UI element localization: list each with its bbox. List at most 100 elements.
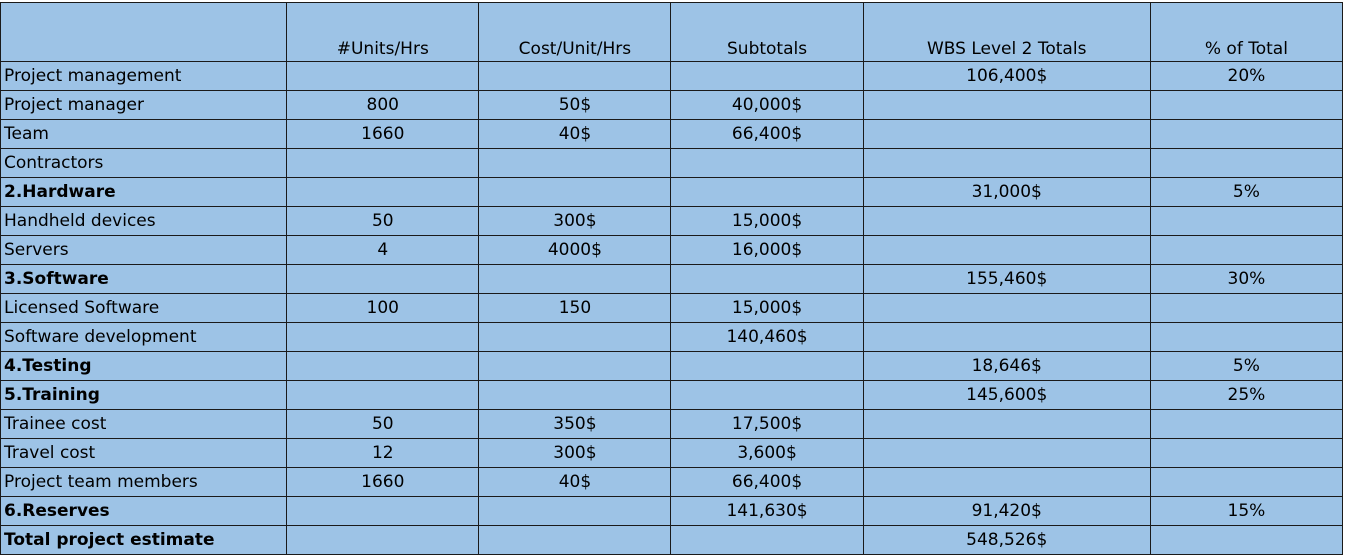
cell-label[interactable]: Project manager: [0, 90, 288, 120]
cell-units[interactable]: [286, 525, 480, 555]
cell-units[interactable]: 1660: [286, 467, 480, 497]
cell-percent[interactable]: [1149, 438, 1344, 468]
cell-cost[interactable]: 4000$: [478, 235, 672, 265]
cell-label[interactable]: Trainee cost: [0, 409, 288, 439]
cell-label[interactable]: Team: [0, 119, 288, 149]
cell-subtotal[interactable]: 15,000$: [670, 206, 864, 236]
cell-subtotal[interactable]: [670, 61, 864, 91]
cell-wbs-total[interactable]: [862, 467, 1151, 497]
cell-wbs-total[interactable]: 548,526$: [862, 525, 1151, 555]
cell-percent[interactable]: 5%: [1149, 351, 1344, 381]
cell-percent[interactable]: [1149, 467, 1344, 497]
cell-percent[interactable]: 15%: [1149, 496, 1344, 526]
cell-subtotal[interactable]: [670, 380, 864, 410]
cell-label[interactable]: Total project estimate: [0, 525, 288, 555]
cell-percent[interactable]: [1149, 119, 1344, 149]
cell-label[interactable]: Servers: [0, 235, 288, 265]
cell-wbs-total[interactable]: 145,600$: [862, 380, 1151, 410]
cell-label[interactable]: 5.Training: [0, 380, 288, 410]
cell-label[interactable]: 3.Software: [0, 264, 288, 294]
cell-units[interactable]: 50: [286, 206, 480, 236]
cell-units[interactable]: [286, 264, 480, 294]
header-cell-cost[interactable]: Cost/Unit/Hrs: [478, 2, 672, 62]
cell-subtotal[interactable]: 40,000$: [670, 90, 864, 120]
cell-cost[interactable]: 150: [478, 293, 672, 323]
cell-subtotal[interactable]: [670, 525, 864, 555]
cell-cost[interactable]: 300$: [478, 438, 672, 468]
cell-percent[interactable]: [1149, 235, 1344, 265]
cell-subtotal[interactable]: 17,500$: [670, 409, 864, 439]
cell-percent[interactable]: [1149, 409, 1344, 439]
cell-units[interactable]: [286, 177, 480, 207]
cell-label[interactable]: 2.Hardware: [0, 177, 288, 207]
header-cell-wbs-totals[interactable]: WBS Level 2 Totals: [862, 2, 1151, 62]
cell-cost[interactable]: [478, 322, 672, 352]
cell-percent[interactable]: [1149, 148, 1344, 178]
header-cell-units[interactable]: #Units/Hrs: [286, 2, 480, 62]
cell-subtotal[interactable]: [670, 177, 864, 207]
cell-wbs-total[interactable]: [862, 90, 1151, 120]
cell-percent[interactable]: 30%: [1149, 264, 1344, 294]
cell-label[interactable]: 4.Testing: [0, 351, 288, 381]
cell-cost[interactable]: 40$: [478, 119, 672, 149]
cell-cost[interactable]: [478, 525, 672, 555]
cell-units[interactable]: [286, 351, 480, 381]
cell-subtotal[interactable]: 3,600$: [670, 438, 864, 468]
cell-subtotal[interactable]: [670, 148, 864, 178]
cell-units[interactable]: [286, 61, 480, 91]
cell-cost[interactable]: 40$: [478, 467, 672, 497]
cell-cost[interactable]: 350$: [478, 409, 672, 439]
cell-wbs-total[interactable]: 91,420$: [862, 496, 1151, 526]
cell-label[interactable]: Project management: [0, 61, 288, 91]
cell-units[interactable]: 1660: [286, 119, 480, 149]
cell-wbs-total[interactable]: [862, 409, 1151, 439]
cell-label[interactable]: 6.Reserves: [0, 496, 288, 526]
cell-units[interactable]: [286, 380, 480, 410]
cell-wbs-total[interactable]: [862, 206, 1151, 236]
cell-units[interactable]: 12: [286, 438, 480, 468]
cell-cost[interactable]: [478, 177, 672, 207]
cell-percent[interactable]: 20%: [1149, 61, 1344, 91]
cell-wbs-total[interactable]: [862, 293, 1151, 323]
cell-label[interactable]: Licensed Software: [0, 293, 288, 323]
cell-subtotal[interactable]: 141,630$: [670, 496, 864, 526]
cell-wbs-total[interactable]: [862, 235, 1151, 265]
cell-wbs-total[interactable]: 31,000$: [862, 177, 1151, 207]
cell-cost[interactable]: [478, 351, 672, 381]
cell-label[interactable]: Project team members: [0, 467, 288, 497]
cell-subtotal[interactable]: 66,400$: [670, 467, 864, 497]
cell-subtotal[interactable]: 140,460$: [670, 322, 864, 352]
cell-percent[interactable]: [1149, 293, 1344, 323]
header-cell-label[interactable]: [0, 2, 288, 62]
cell-percent[interactable]: [1149, 90, 1344, 120]
cell-cost[interactable]: [478, 148, 672, 178]
cell-subtotal[interactable]: 66,400$: [670, 119, 864, 149]
cell-cost[interactable]: 50$: [478, 90, 672, 120]
cell-percent[interactable]: [1149, 525, 1344, 555]
cell-subtotal[interactable]: [670, 351, 864, 381]
cell-subtotal[interactable]: 15,000$: [670, 293, 864, 323]
cell-units[interactable]: 800: [286, 90, 480, 120]
cell-label[interactable]: Software development: [0, 322, 288, 352]
cell-units[interactable]: 100: [286, 293, 480, 323]
cell-percent[interactable]: [1149, 322, 1344, 352]
cell-label[interactable]: Travel cost: [0, 438, 288, 468]
cell-percent[interactable]: 5%: [1149, 177, 1344, 207]
cell-units[interactable]: [286, 322, 480, 352]
cell-label[interactable]: Contractors: [0, 148, 288, 178]
cell-wbs-total[interactable]: [862, 322, 1151, 352]
cell-wbs-total[interactable]: [862, 438, 1151, 468]
header-cell-percent[interactable]: % of Total: [1149, 2, 1344, 62]
cell-wbs-total[interactable]: 106,400$: [862, 61, 1151, 91]
cell-subtotal[interactable]: 16,000$: [670, 235, 864, 265]
cell-units[interactable]: 50: [286, 409, 480, 439]
cell-cost[interactable]: [478, 264, 672, 294]
header-cell-subtotals[interactable]: Subtotals: [670, 2, 864, 62]
cell-units[interactable]: [286, 148, 480, 178]
cell-wbs-total[interactable]: [862, 119, 1151, 149]
cell-units[interactable]: [286, 496, 480, 526]
cell-cost[interactable]: [478, 61, 672, 91]
cell-cost[interactable]: [478, 496, 672, 526]
cell-percent[interactable]: [1149, 206, 1344, 236]
cell-wbs-total[interactable]: 18,646$: [862, 351, 1151, 381]
